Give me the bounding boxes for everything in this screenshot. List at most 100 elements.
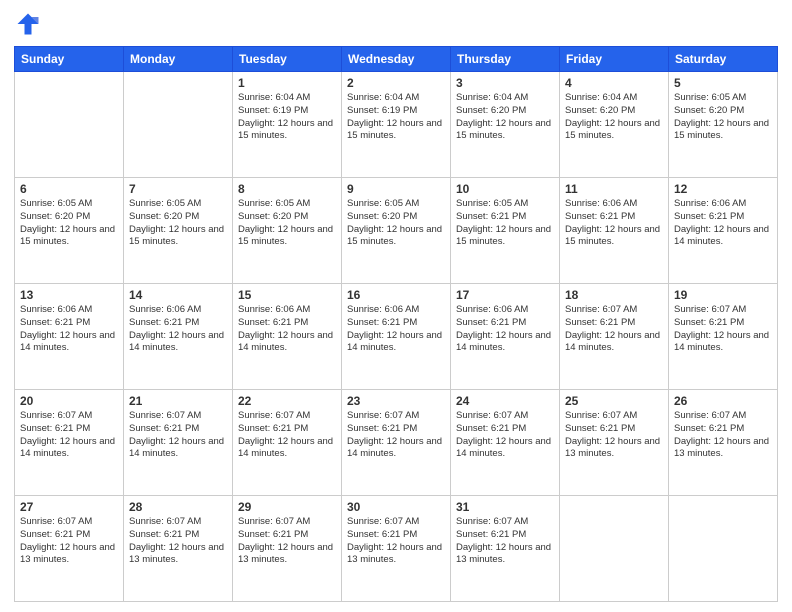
calendar-cell: 31 Sunrise: 6:07 AM Sunset: 6:21 PM Dayli… xyxy=(451,496,560,602)
calendar-cell: 8 Sunrise: 6:05 AM Sunset: 6:20 PM Daylig… xyxy=(233,178,342,284)
calendar-cell xyxy=(15,72,124,178)
col-header-monday: Monday xyxy=(124,47,233,72)
day-number: 25 xyxy=(565,394,663,408)
cell-sun-info: Sunrise: 6:07 AM Sunset: 6:21 PM Dayligh… xyxy=(565,410,663,461)
day-number: 9 xyxy=(347,182,445,196)
cell-sun-info: Sunrise: 6:06 AM Sunset: 6:21 PM Dayligh… xyxy=(565,198,663,249)
day-number: 13 xyxy=(20,288,118,302)
col-header-thursday: Thursday xyxy=(451,47,560,72)
day-number: 5 xyxy=(674,76,772,90)
day-number: 14 xyxy=(129,288,227,302)
calendar-cell: 4 Sunrise: 6:04 AM Sunset: 6:20 PM Daylig… xyxy=(560,72,669,178)
cell-sun-info: Sunrise: 6:07 AM Sunset: 6:21 PM Dayligh… xyxy=(20,410,118,461)
calendar-cell: 22 Sunrise: 6:07 AM Sunset: 6:21 PM Dayli… xyxy=(233,390,342,496)
day-number: 24 xyxy=(456,394,554,408)
calendar-cell: 20 Sunrise: 6:07 AM Sunset: 6:21 PM Dayli… xyxy=(15,390,124,496)
calendar-cell: 7Sunrise: 6:05 AM Sunset: 6:20 PM Daylig… xyxy=(124,178,233,284)
day-number: 15 xyxy=(238,288,336,302)
calendar-cell xyxy=(124,72,233,178)
col-header-sunday: Sunday xyxy=(15,47,124,72)
cell-sun-info: Sunrise: 6:06 AM Sunset: 6:21 PM Dayligh… xyxy=(238,304,336,355)
day-number: 17 xyxy=(456,288,554,302)
day-number: 11 xyxy=(565,182,663,196)
cell-sun-info: Sunrise: 6:07 AM Sunset: 6:21 PM Dayligh… xyxy=(456,516,554,567)
logo-icon xyxy=(14,10,42,38)
calendar-cell: 25 Sunrise: 6:07 AM Sunset: 6:21 PM Dayli… xyxy=(560,390,669,496)
cell-sun-info: Sunrise: 6:06 AM Sunset: 6:21 PM Dayligh… xyxy=(347,304,445,355)
calendar-cell: 30 Sunrise: 6:07 AM Sunset: 6:21 PM Dayli… xyxy=(342,496,451,602)
cell-sun-info: Sunrise: 6:05 AM Sunset: 6:20 PM Dayligh… xyxy=(674,92,772,143)
day-number: 21 xyxy=(129,394,227,408)
calendar-cell: 10 Sunrise: 6:05 AM Sunset: 6:21 PM Dayli… xyxy=(451,178,560,284)
cell-sun-info: Sunrise: 6:07 AM Sunset: 6:21 PM Dayligh… xyxy=(565,304,663,355)
calendar-cell: 26 Sunrise: 6:07 AM Sunset: 6:21 PM Dayli… xyxy=(669,390,778,496)
cell-sun-info: Sunrise: 6:07 AM Sunset: 6:21 PM Dayligh… xyxy=(456,410,554,461)
day-number: 19 xyxy=(674,288,772,302)
calendar-cell: 11 Sunrise: 6:06 AM Sunset: 6:21 PM Dayli… xyxy=(560,178,669,284)
calendar-cell: 13 Sunrise: 6:06 AM Sunset: 6:21 PM Dayli… xyxy=(15,284,124,390)
cell-sun-info: Sunrise: 6:07 AM Sunset: 6:21 PM Dayligh… xyxy=(20,516,118,567)
calendar-cell: 9 Sunrise: 6:05 AM Sunset: 6:20 PM Daylig… xyxy=(342,178,451,284)
calendar-header: SundayMondayTuesdayWednesdayThursdayFrid… xyxy=(15,47,778,72)
day-number: 12 xyxy=(674,182,772,196)
cell-sun-info: Sunrise: 6:07 AM Sunset: 6:21 PM Dayligh… xyxy=(674,410,772,461)
cell-sun-info: Sunrise: 6:04 AM Sunset: 6:20 PM Dayligh… xyxy=(565,92,663,143)
day-number: 10 xyxy=(456,182,554,196)
cell-sun-info: Sunrise: 6:05 AM Sunset: 6:20 PM Dayligh… xyxy=(347,198,445,249)
cell-sun-info: Sunrise: 6:07 AM Sunset: 6:21 PM Dayligh… xyxy=(238,516,336,567)
col-header-saturday: Saturday xyxy=(669,47,778,72)
calendar-cell: 2Sunrise: 6:04 AM Sunset: 6:19 PM Daylig… xyxy=(342,72,451,178)
day-number: 22 xyxy=(238,394,336,408)
calendar-cell: 24 Sunrise: 6:07 AM Sunset: 6:21 PM Dayli… xyxy=(451,390,560,496)
calendar-cell xyxy=(669,496,778,602)
day-number: 18 xyxy=(565,288,663,302)
day-number: 28 xyxy=(129,500,227,514)
day-number: 20 xyxy=(20,394,118,408)
week-row-2: 6Sunrise: 6:05 AM Sunset: 6:20 PM Daylig… xyxy=(15,178,778,284)
calendar-cell: 16Sunrise: 6:06 AM Sunset: 6:21 PM Dayli… xyxy=(342,284,451,390)
cell-sun-info: Sunrise: 6:06 AM Sunset: 6:21 PM Dayligh… xyxy=(129,304,227,355)
cell-sun-info: Sunrise: 6:07 AM Sunset: 6:21 PM Dayligh… xyxy=(129,410,227,461)
col-header-friday: Friday xyxy=(560,47,669,72)
cell-sun-info: Sunrise: 6:07 AM Sunset: 6:21 PM Dayligh… xyxy=(347,516,445,567)
cell-sun-info: Sunrise: 6:05 AM Sunset: 6:20 PM Dayligh… xyxy=(129,198,227,249)
logo xyxy=(14,10,46,38)
cell-sun-info: Sunrise: 6:04 AM Sunset: 6:20 PM Dayligh… xyxy=(456,92,554,143)
cell-sun-info: Sunrise: 6:06 AM Sunset: 6:21 PM Dayligh… xyxy=(20,304,118,355)
day-number: 31 xyxy=(456,500,554,514)
day-number: 4 xyxy=(565,76,663,90)
day-number: 3 xyxy=(456,76,554,90)
calendar-cell: 12 Sunrise: 6:06 AM Sunset: 6:21 PM Dayli… xyxy=(669,178,778,284)
col-header-tuesday: Tuesday xyxy=(233,47,342,72)
cell-sun-info: Sunrise: 6:07 AM Sunset: 6:21 PM Dayligh… xyxy=(129,516,227,567)
cell-sun-info: Sunrise: 6:05 AM Sunset: 6:20 PM Dayligh… xyxy=(20,198,118,249)
cell-sun-info: Sunrise: 6:06 AM Sunset: 6:21 PM Dayligh… xyxy=(674,198,772,249)
cell-sun-info: Sunrise: 6:06 AM Sunset: 6:21 PM Dayligh… xyxy=(456,304,554,355)
cell-sun-info: Sunrise: 6:05 AM Sunset: 6:20 PM Dayligh… xyxy=(238,198,336,249)
cell-sun-info: Sunrise: 6:07 AM Sunset: 6:21 PM Dayligh… xyxy=(238,410,336,461)
day-number: 30 xyxy=(347,500,445,514)
cell-sun-info: Sunrise: 6:05 AM Sunset: 6:21 PM Dayligh… xyxy=(456,198,554,249)
calendar-cell: 18 Sunrise: 6:07 AM Sunset: 6:21 PM Dayli… xyxy=(560,284,669,390)
cell-sun-info: Sunrise: 6:04 AM Sunset: 6:19 PM Dayligh… xyxy=(347,92,445,143)
col-header-wednesday: Wednesday xyxy=(342,47,451,72)
page: SundayMondayTuesdayWednesdayThursdayFrid… xyxy=(0,0,792,612)
day-number: 27 xyxy=(20,500,118,514)
day-number: 26 xyxy=(674,394,772,408)
cell-sun-info: Sunrise: 6:07 AM Sunset: 6:21 PM Dayligh… xyxy=(347,410,445,461)
calendar: SundayMondayTuesdayWednesdayThursdayFrid… xyxy=(14,46,778,602)
header-row: SundayMondayTuesdayWednesdayThursdayFrid… xyxy=(15,47,778,72)
cell-sun-info: Sunrise: 6:07 AM Sunset: 6:21 PM Dayligh… xyxy=(674,304,772,355)
calendar-cell: 27 Sunrise: 6:07 AM Sunset: 6:21 PM Dayli… xyxy=(15,496,124,602)
calendar-cell: 15 Sunrise: 6:06 AM Sunset: 6:21 PM Dayli… xyxy=(233,284,342,390)
week-row-1: 1 Sunrise: 6:04 AM Sunset: 6:19 PM Daylig… xyxy=(15,72,778,178)
day-number: 8 xyxy=(238,182,336,196)
day-number: 29 xyxy=(238,500,336,514)
calendar-cell: 6Sunrise: 6:05 AM Sunset: 6:20 PM Daylig… xyxy=(15,178,124,284)
calendar-cell: 28 Sunrise: 6:07 AM Sunset: 6:21 PM Dayli… xyxy=(124,496,233,602)
day-number: 1 xyxy=(238,76,336,90)
calendar-cell: 3 Sunrise: 6:04 AM Sunset: 6:20 PM Daylig… xyxy=(451,72,560,178)
week-row-3: 13 Sunrise: 6:06 AM Sunset: 6:21 PM Dayli… xyxy=(15,284,778,390)
header xyxy=(14,10,778,38)
week-row-5: 27 Sunrise: 6:07 AM Sunset: 6:21 PM Dayli… xyxy=(15,496,778,602)
